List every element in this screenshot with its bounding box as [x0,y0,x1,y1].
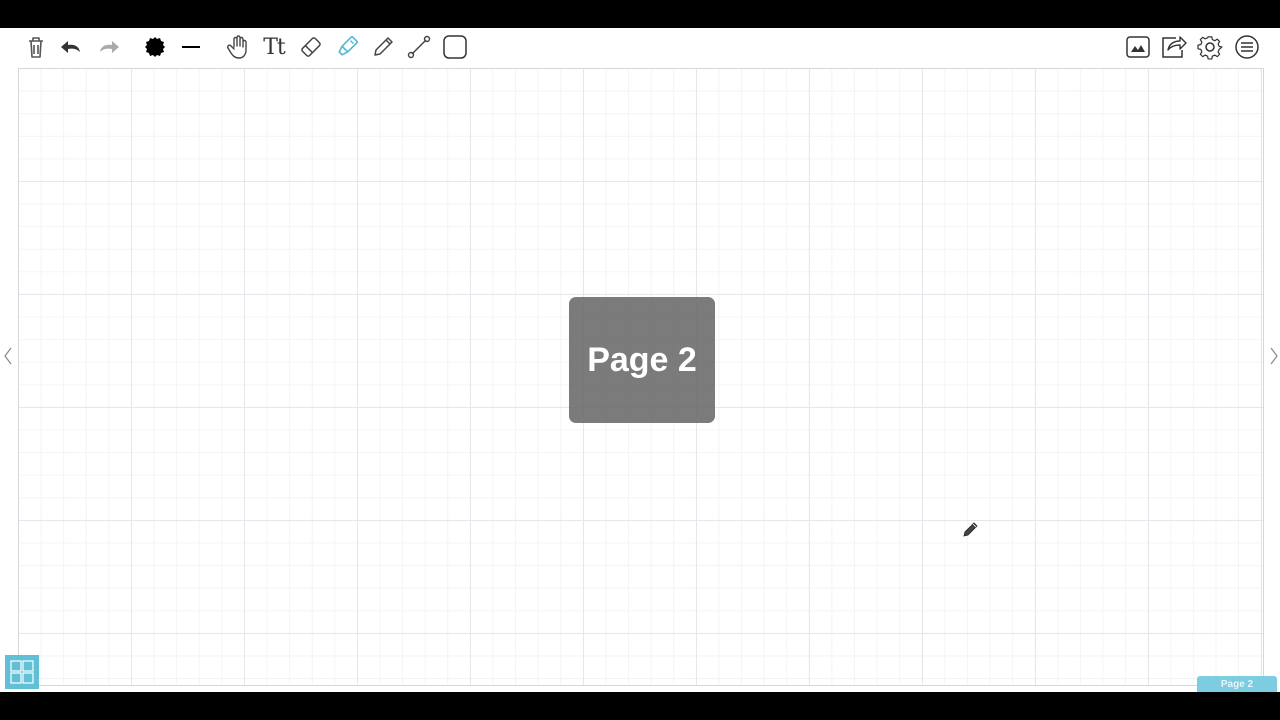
page-tab-label: Page 2 [1220,679,1254,690]
share-icon [1162,36,1187,58]
trash-icon [29,37,43,58]
toolbar: Tt [0,28,1280,66]
color-swatch-icon [145,37,165,57]
next-page-button[interactable] [1267,344,1280,368]
line-tool-button[interactable] [404,32,434,62]
eraser-button[interactable] [296,32,326,62]
shape-tool-button[interactable] [440,32,470,62]
page-grid-icon [10,660,34,684]
hand-tool-icon [227,35,247,59]
page-overview-button[interactable] [5,655,39,689]
stroke-width-icon [182,46,200,48]
pencil-button[interactable] [368,32,398,62]
text-tool-label: Tt [263,34,285,60]
stroke-width-button[interactable] [176,32,206,62]
redo-button[interactable] [94,32,124,62]
notebook-app: Tt Page 2 Page 2 [0,28,1280,692]
settings-gear-icon [1197,36,1223,60]
insert-image-icon [1126,36,1150,58]
chevron-left-icon [4,347,12,365]
pencil-icon [374,37,393,56]
page-indicator-overlay: Page 2 [569,297,715,423]
highlighter-button[interactable] [332,32,362,62]
highlighter-icon [338,36,358,56]
hand-tool-button[interactable] [223,32,253,62]
text-tool-button[interactable]: Tt [259,32,289,62]
share-button[interactable] [1159,32,1189,62]
trash-button[interactable] [21,32,51,62]
undo-icon [61,41,80,53]
page-tab[interactable]: Page 2 [1197,676,1277,692]
previous-page-button[interactable] [1,344,15,368]
settings-button[interactable] [1195,32,1225,62]
eraser-icon [301,37,321,57]
insert-image-button[interactable] [1123,32,1153,62]
redo-icon [100,41,119,53]
chevron-right-icon [1270,347,1278,365]
pen-cursor-icon [962,520,980,538]
color-picker-button[interactable] [140,32,170,62]
shape-tool-icon [443,35,467,59]
line-tool-icon [407,35,431,59]
menu-icon [1235,35,1259,59]
page-indicator-label: Page 2 [587,340,697,379]
menu-button[interactable] [1232,32,1262,62]
undo-button[interactable] [56,32,86,62]
